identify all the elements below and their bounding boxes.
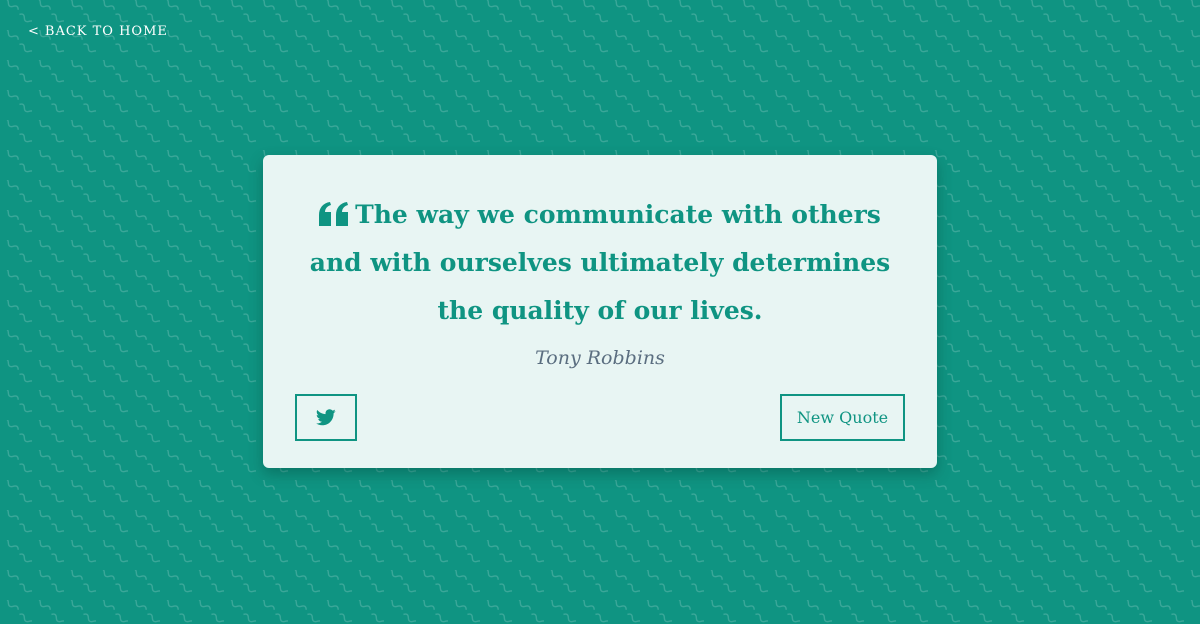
quote-card: The way we communicate with others and w… (263, 155, 937, 468)
quote-block: The way we communicate with others and w… (303, 191, 897, 335)
quote-left-icon (319, 202, 349, 226)
twitter-icon (316, 409, 336, 426)
back-to-home-link[interactable]: < BACK TO HOME (28, 24, 168, 39)
tweet-quote-button[interactable] (295, 394, 357, 441)
back-to-home-label: BACK TO HOME (44, 24, 168, 39)
quote-text: The way we communicate with others and w… (309, 200, 891, 325)
chevron-left-icon: < (28, 24, 40, 39)
new-quote-button[interactable]: New Quote (780, 394, 905, 441)
quote-author: Tony Robbins (535, 347, 665, 369)
